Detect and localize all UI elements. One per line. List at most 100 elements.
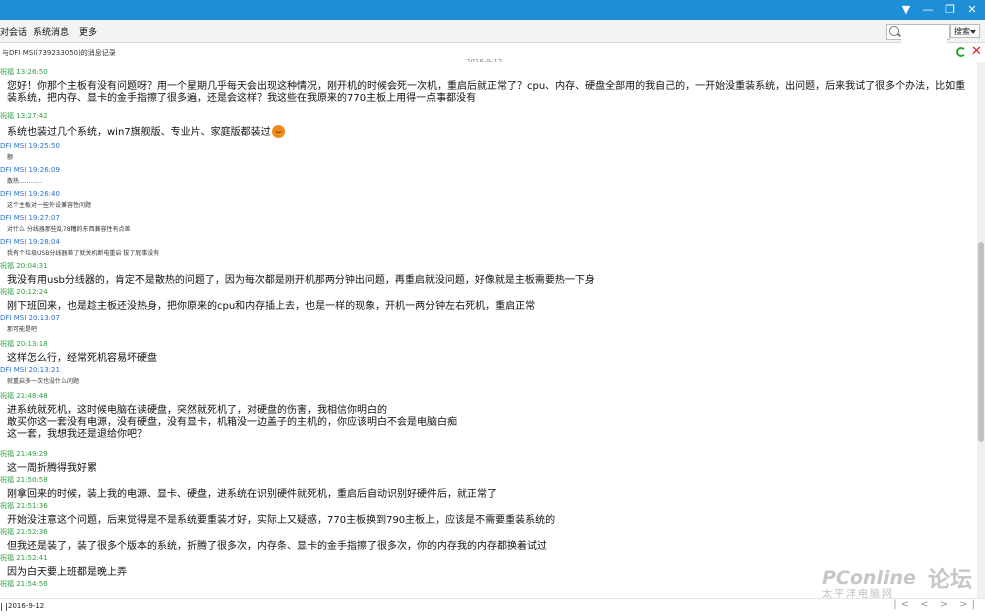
message-sender: 祝福 [0,112,14,120]
message-item: DFI MSI 19:26:09 散热............ [0,166,60,186]
message-time: 21:49:29 [16,450,48,458]
search-button[interactable]: 搜索 [950,24,980,38]
message-meta: DFI MSI 19:27:07 [0,214,131,222]
message-line: 这样怎么行，经常死机容易坏硬盘 [7,353,157,364]
minimize-icon[interactable]: — [919,2,937,18]
message-line: 那可能是吧 [7,326,38,333]
message-item: 祝福 21:51:36 开始没注意这个问题，后来觉得是不是系统要重装才好，实际上又… [0,502,555,527]
message-meta: 祝福 21:50:58 [0,476,497,484]
message-line: 但我还是装了，装了很多个版本的系统，折腾了很多次，内存条、显卡的金手指擦了很多次… [7,541,547,552]
message-sender: 祝福 [0,288,14,296]
message-item: 祝福 21:50:58 刚拿回来的时候，装上我的电源、显卡、硬盘，进系统在识别硬件… [0,476,497,501]
close-icon[interactable]: ✕ [971,45,982,59]
message-item: DFI MSI 19:25:50 额 [0,142,60,162]
tab-sessions[interactable]: 对会话 [0,25,27,38]
chevron-down-icon[interactable]: ▼ [897,2,915,18]
message-item: DFI MSI 19:26:40 这个主板对一些外设兼容性问题 [0,190,91,210]
message-line: 这个主板对一些外设兼容性问题 [7,202,92,209]
message-meta: 祝福 21:52:36 [0,528,547,536]
message-line: 开始没注意这个问题，后来觉得是不是系统要重装才好，实际上又疑惑，770主板换到7… [7,515,556,526]
message-time: 13:26:50 [16,68,48,76]
message-sender: DFI MSI [0,214,27,222]
message-line: 这一周折腾得我好累 [7,463,97,474]
search-icon [889,26,899,36]
message-item: 祝福 13:26:50 您好！你那个主板有没有问题呀？用一个星期几乎每天会出现这种… [0,68,965,105]
message-line: 敢买你这一套没有电源，没有硬盘，没有显卡，机箱没一边盖子的主机的，你应该明白不会… [7,417,457,428]
message-sender: 祝福 [0,392,14,400]
tab-more[interactable]: 更多 [79,25,97,38]
message-line: 您好！你那个主板有没有问题呀？用一个星期几乎每天会出现这种情况，刚开机的时候会死… [7,81,966,92]
message-line-text: 系统也装过几个系统，win7旗舰版、专业片、家庭版都装过 [7,127,271,138]
message-sender: 祝福 [0,580,14,588]
message-line: 进系统就死机，这时候电脑在读硬盘，突然就死机了，对硬盘的伤害，我相信你明白的 [7,405,387,416]
message-line: 我有个垃圾USB分线器差了就关机断电重启 拔了屁事没有 [7,250,160,257]
message-item: 祝福 21:49:29 这一周折腾得我好累 [0,450,97,475]
message-time: 19:27:07 [28,214,60,222]
message-meta: DFI MSI 20:13:21 [0,366,79,374]
message-content: 我有个垃圾USB分线器差了就关机断电重启 拔了屁事没有 [7,250,159,258]
message-item: DFI MSI 20:13:07 那可能是吧 [0,314,60,334]
message-sender: 祝福 [0,450,14,458]
message-sender: DFI MSI [0,366,27,374]
watermark-forum: 论坛 [928,568,973,593]
message-time: 21:50:58 [16,476,48,484]
message-item: DFI MSI 20:13:21 就重启多一次也没什么问题 [0,366,79,386]
message-time: 21:54:56 [16,580,48,588]
message-time: 21:52:36 [16,528,48,536]
message-line: 刚拿回来的时候，装上我的电源、显卡、硬盘，进系统在识别硬件就死机，重启后自动识别… [7,489,497,500]
message-sender: DFI MSI [0,166,27,174]
message-sender: DFI MSI [0,142,27,150]
message-item: 祝福 20:04:31 我没有用usb分线器的，肯定不是散热的问题了，因为每次都是… [0,262,595,287]
message-meta: DFI MSI 19:26:09 [0,166,60,174]
search-input[interactable] [901,31,947,43]
message-content: 额 [7,154,60,162]
message-sender: 祝福 [0,554,14,562]
message-sender: DFI MSI [0,238,27,246]
window-controls: ▼ — ❐ ✕ [897,2,981,18]
message-sender: 祝福 [0,502,14,510]
message-meta: 祝福 21:48:48 [0,392,457,400]
scrollbar[interactable] [977,62,985,598]
message-content: 散热............ [7,178,60,186]
scrollbar-thumb[interactable] [978,242,984,442]
message-time: 19:25:50 [28,142,60,150]
chevron-down-icon [970,30,976,34]
message-meta: 祝福 21:49:29 [0,450,97,458]
message-time: 20:13:21 [28,366,60,374]
message-sender: 祝福 [0,68,14,76]
message-meta: 祝福 13:27:42 [0,112,285,120]
message-time: 20:13:18 [16,340,48,348]
message-line: 就重启多一次也没什么问题 [7,378,80,385]
message-meta: DFI MSI 19:25:50 [0,142,60,150]
message-time: 21:48:48 [16,392,48,400]
message-meta: 祝福 20:13:18 [0,340,157,348]
message-content: 因为白天要上班都是晚上弄 [7,567,127,579]
message-content: 那可能是吧 [7,326,60,334]
message-content: 您好！你那个主板有没有问题呀？用一个星期几乎每天会出现这种情况，刚开机的时候会死… [7,81,965,105]
close-window-icon[interactable]: ✕ [963,2,981,18]
message-item: 祝福 21:52:36 但我还是装了，装了很多个版本的系统，折腾了很多次，内存条、… [0,528,547,553]
message-line: 对什么 分线器那些乱78糟的东西兼容性有点差 [7,226,131,233]
message-meta: DFI MSI 19:26:40 [0,190,91,198]
message-meta: DFI MSI 19:28:04 [0,238,159,246]
message-meta: 祝福 21:51:36 [0,502,555,510]
message-time: 13:27:42 [16,112,48,120]
message-item: DFI MSI 19:27:07 对什么 分线器那些乱78糟的东西兼容性有点差 [0,214,131,234]
pager[interactable]: |< < > >| [893,599,979,610]
message-content: 我没有用usb分线器的，肯定不是散热的问题了，因为每次都是刚开机那两分钟出问题，… [7,275,595,287]
maximize-icon[interactable]: ❐ [941,2,959,18]
message-content: 刚下班回来，也是趁主板还没热身，把你原来的cpu和内存插上去，也是一样的现象，开… [7,301,535,313]
message-sender: 祝福 [0,528,14,536]
message-meta: 祝福 21:54:56 [0,580,48,588]
refresh-icon[interactable] [956,47,966,57]
calendar-icon[interactable] [1,603,7,611]
tab-system-messages[interactable]: 系统消息 [33,25,69,38]
message-sender: 祝福 [0,340,14,348]
message-item: 祝福 20:13:18 这样怎么行，经常死机容易坏硬盘 [0,340,157,365]
message-sender: DFI MSI [0,314,27,322]
message-content: 就重启多一次也没什么问题 [7,378,79,386]
message-line: 这一套，我想我还是退给你吧？ [7,429,147,440]
message-content: 这个主板对一些外设兼容性问题 [7,202,91,210]
message-meta: 祝福 20:04:31 [0,262,595,270]
message-content: 但我还是装了，装了很多个版本的系统，折腾了很多次，内存条、显卡的金手指擦了很多次… [7,541,547,553]
